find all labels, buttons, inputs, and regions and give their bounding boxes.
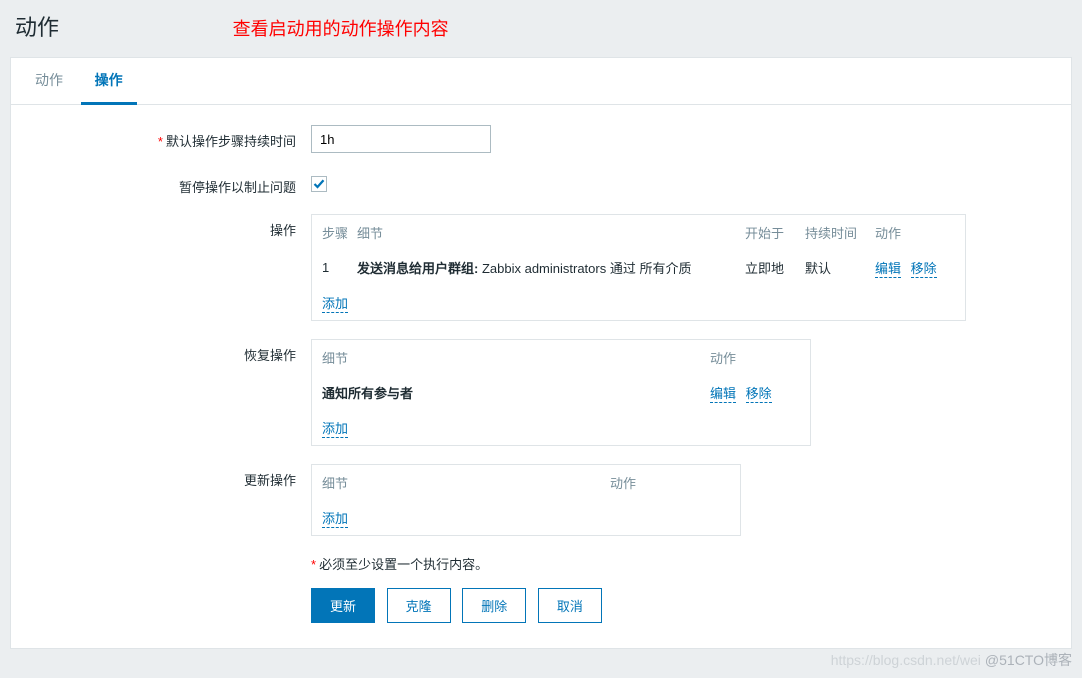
delete-button[interactable]: 删除	[462, 588, 526, 623]
page-header: 动作 查看启动用的动作操作内容	[0, 0, 1082, 47]
row-update: 更新操作 细节 动作 添加	[26, 464, 1056, 536]
tab-action[interactable]: 动作	[21, 58, 77, 102]
recovery-edit-link[interactable]: 编辑	[710, 386, 736, 403]
update-button[interactable]: 更新	[311, 588, 375, 623]
tabs: 动作 操作	[11, 58, 1071, 105]
recovery-action-header: 动作	[710, 348, 800, 367]
update-detail-header: 细节	[322, 473, 610, 492]
form-area: *默认操作步骤持续时间 暂停操作以制止问题 操作 步骤 细节 开始于	[11, 105, 1071, 648]
pause-label: 暂停操作以制止问题	[26, 171, 311, 196]
main-panel: 动作 操作 *默认操作步骤持续时间 暂停操作以制止问题 操作 步骤	[10, 57, 1072, 649]
row-pause: 暂停操作以制止问题	[26, 171, 1056, 196]
col-step-header: 步骤	[322, 223, 357, 242]
op-actions: 编辑 移除	[875, 258, 955, 277]
update-label: 更新操作	[26, 464, 311, 489]
recovery-add-link[interactable]: 添加	[322, 421, 348, 438]
col-detail-header: 细节	[357, 223, 745, 242]
duration-label: *默认操作步骤持续时间	[26, 125, 311, 150]
op-remove-link[interactable]: 移除	[911, 261, 937, 278]
clone-button[interactable]: 克隆	[387, 588, 451, 623]
operations-add-link[interactable]: 添加	[322, 296, 348, 313]
recovery-detail: 通知所有参与者	[322, 383, 710, 402]
pause-checkbox[interactable]	[311, 176, 327, 192]
tab-operation[interactable]: 操作	[81, 58, 137, 105]
recovery-row: 通知所有参与者 编辑 移除	[312, 375, 810, 410]
op-edit-link[interactable]: 编辑	[875, 261, 901, 278]
duration-input[interactable]	[311, 125, 491, 153]
row-recovery: 恢复操作 细节 动作 通知所有参与者 编辑 移除 添加	[26, 339, 1056, 446]
col-action-header: 动作	[875, 223, 955, 242]
validation-message: *必须至少设置一个执行内容。	[311, 554, 1056, 573]
recovery-label: 恢复操作	[26, 339, 311, 364]
button-row: 更新 克隆 删除 取消	[311, 588, 1056, 623]
recovery-actions: 编辑 移除	[710, 383, 800, 402]
op-detail: 发送消息给用户群组: Zabbix administrators 通过 所有介质	[357, 258, 745, 277]
recovery-detail-header: 细节	[322, 348, 710, 367]
page-annotation: 查看启动用的动作操作内容	[233, 19, 449, 39]
row-operations: 操作 步骤 细节 开始于 持续时间 动作 1 发送消息给用户群组: Zabbix…	[26, 214, 1056, 321]
operations-table: 步骤 细节 开始于 持续时间 动作 1 发送消息给用户群组: Zabbix ad…	[311, 214, 966, 321]
recovery-table: 细节 动作 通知所有参与者 编辑 移除 添加	[311, 339, 811, 446]
col-start-header: 开始于	[745, 223, 805, 242]
cancel-button[interactable]: 取消	[538, 588, 602, 623]
operations-row: 1 发送消息给用户群组: Zabbix administrators 通过 所有…	[312, 250, 965, 285]
op-step: 1	[322, 260, 357, 275]
watermark: https://blog.csdn.net/wei@51CTO博客	[831, 650, 1072, 670]
page-title: 动作	[15, 10, 59, 42]
op-duration: 默认	[805, 258, 875, 277]
update-table: 细节 动作 添加	[311, 464, 741, 536]
update-action-header: 动作	[610, 473, 730, 492]
operations-label: 操作	[26, 214, 311, 239]
col-duration-header: 持续时间	[805, 223, 875, 242]
row-duration: *默认操作步骤持续时间	[26, 125, 1056, 153]
recovery-remove-link[interactable]: 移除	[746, 386, 772, 403]
op-start: 立即地	[745, 258, 805, 277]
update-add-link[interactable]: 添加	[322, 511, 348, 528]
